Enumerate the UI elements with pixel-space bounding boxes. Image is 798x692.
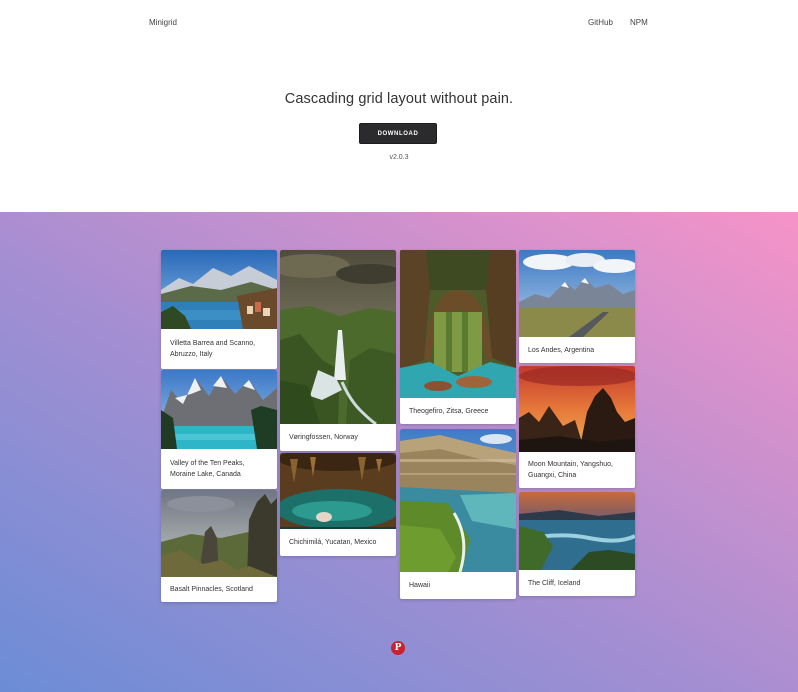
card-caption: Chichimilá, Yucatan, Mexico	[289, 539, 377, 546]
grid-card[interactable]: Villetta Barrea and Scanno, Abruzzo, Ita…	[161, 250, 277, 369]
grid-card[interactable]: The Cliff, Iceland	[519, 492, 635, 596]
grid-card[interactable]: Hawaii	[400, 429, 516, 599]
card-caption: Vøringfossen, Norway	[289, 434, 358, 441]
card-photo-lake-village	[161, 250, 277, 329]
grid-card[interactable]: Basalt Pinnacles, Scotland	[161, 490, 277, 602]
grid-card[interactable]: Valley of the Ten Peaks, Moraine Lake, C…	[161, 370, 277, 489]
grid-card[interactable]: Los Andes, Argentina	[519, 250, 635, 363]
card-photo-stone-bridge	[400, 250, 516, 398]
card-photo-basalt-pinnacles	[161, 490, 277, 577]
grid-card[interactable]: Moon Mountain, Yangshuo, Guangxi, China	[519, 366, 635, 488]
nav-npm-link[interactable]: NPM	[630, 18, 648, 27]
gallery-section: Villetta Barrea and Scanno, Abruzzo, Ita…	[0, 212, 798, 692]
brand-link[interactable]: Minigrid	[149, 18, 177, 27]
card-photo-iceland-cliff	[519, 492, 635, 570]
card-photo-moraine-lake	[161, 370, 277, 449]
pinterest-icon[interactable]: P	[391, 641, 405, 655]
download-button[interactable]: DOWNLOAD	[359, 123, 437, 144]
card-photo-andes	[519, 250, 635, 337]
grid-card[interactable]: Theogefiro, Zitsa, Greece	[400, 250, 516, 424]
card-caption: Villetta Barrea and Scanno, Abruzzo, Ita…	[170, 340, 256, 358]
card-caption: Theogefiro, Zitsa, Greece	[409, 407, 489, 415]
card-photo-hawaii-cliff	[400, 429, 516, 572]
card-photo-cenote	[280, 453, 396, 529]
card-photo-moon-mountain	[519, 366, 635, 452]
card-photo-waterfall-norway	[280, 250, 396, 424]
hero-section: Cascading grid layout without pain. DOWN…	[0, 46, 798, 212]
card-caption: Moon Mountain, Yangshuo, Guangxi, China	[528, 461, 613, 479]
card-caption: Valley of the Ten Peaks, Moraine Lake, C…	[170, 460, 245, 478]
top-nav: Minigrid GitHub NPM	[0, 0, 798, 46]
hero-tagline: Cascading grid layout without pain.	[284, 91, 514, 107]
card-caption: Hawaii	[409, 582, 431, 589]
card-caption: The Cliff, Iceland	[528, 579, 581, 587]
grid-card[interactable]: Chichimilá, Yucatan, Mexico	[280, 453, 396, 556]
pinterest-glyph: P	[394, 642, 402, 653]
version-label: v2.0.3	[389, 154, 409, 161]
card-caption: Basalt Pinnacles, Scotland	[170, 586, 253, 593]
grid-card[interactable]: Vøringfossen, Norway	[280, 250, 396, 451]
nav-github-link[interactable]: GitHub	[588, 18, 613, 27]
card-caption: Los Andes, Argentina	[528, 346, 595, 354]
